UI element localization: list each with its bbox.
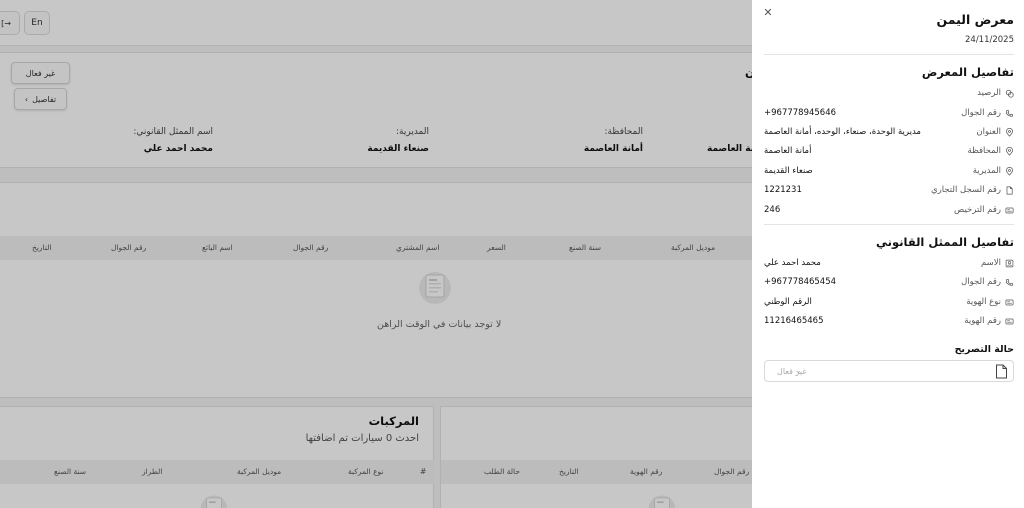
detail-value: 11216465465: [764, 316, 824, 326]
detail-row-balance: الرصيد: [764, 88, 1014, 102]
detail-row-rep-phone: رقم الجوال +967778465454: [764, 277, 1014, 291]
detail-label: رقم الهوية: [964, 316, 1001, 326]
detail-value: 1221231: [764, 185, 802, 195]
divider: [764, 54, 1014, 55]
detail-label: رقم الجوال: [961, 277, 1001, 287]
representative-section-title: تفاصيل الممثل القانوني: [876, 235, 1014, 249]
detail-value: +967778945646: [764, 108, 837, 118]
detail-label: نوع الهوية: [966, 297, 1001, 307]
detail-row-directorate: المديرية صنعاء القديمة: [764, 166, 1014, 180]
location-icon: [1005, 146, 1014, 156]
detail-value: 246: [764, 205, 781, 215]
id-card-icon: [1005, 299, 1014, 305]
drawer-title: معرض اليمن: [936, 12, 1014, 27]
id-card-icon: [1005, 207, 1014, 213]
detail-row-governorate: المحافظة أمانة العاصمة: [764, 146, 1014, 160]
detail-row-phone: رقم الجوال +967778945646: [764, 108, 1014, 122]
detail-value: مديرية الوحدة، صنعاء، الوحده، أمانة العا…: [764, 127, 921, 137]
detail-label: المحافظة: [967, 146, 1001, 156]
permit-status-select[interactable]: ⌄ غير فعال: [764, 360, 1014, 382]
detail-label: الرصيد: [977, 88, 1001, 98]
location-icon: [1005, 127, 1014, 137]
phone-icon: [1005, 109, 1014, 117]
permit-status-label: حالة التصريح: [954, 344, 1014, 355]
user-icon: [1005, 259, 1014, 267]
detail-value: +967778465454: [764, 277, 837, 287]
detail-row-address: العنوان مديرية الوحدة، صنعاء، الوحده، أم…: [764, 127, 1014, 141]
location-icon: [1005, 166, 1014, 176]
modal-overlay[interactable]: [0, 0, 752, 508]
detail-label: رقم الجوال: [961, 108, 1001, 118]
detail-value: صنعاء القديمة: [764, 166, 813, 176]
phone-icon: [1005, 278, 1014, 286]
detail-label: رقم الترخيص: [954, 205, 1001, 215]
permit-status-placeholder: غير فعال: [777, 367, 807, 376]
detail-label: المديرية: [972, 166, 1001, 176]
coins-icon: [1005, 89, 1014, 98]
detail-row-id-type: نوع الهوية الرقم الوطني: [764, 297, 1014, 311]
detail-value: الرقم الوطني: [764, 297, 812, 307]
document-icon: [1006, 186, 1013, 194]
detail-row-id-number: رقم الهوية 11216465465: [764, 316, 1014, 330]
divider: [764, 224, 1014, 225]
detail-value: محمد احمد علي: [764, 258, 821, 268]
file-icon: [996, 364, 1007, 379]
id-card-icon: [1005, 318, 1014, 324]
detail-label: رقم السجل التجاري: [930, 185, 1001, 195]
drawer-date: 24/11/2025: [965, 35, 1014, 45]
showroom-section-title: تفاصيل المعرض: [921, 65, 1014, 79]
close-icon[interactable]: ✕: [761, 6, 775, 20]
detail-row-commercial-register: رقم السجل التجاري 1221231: [764, 185, 1014, 199]
detail-value: أمانة العاصمة: [764, 146, 812, 156]
detail-row-rep-name: الاسم محمد احمد علي: [764, 258, 1014, 272]
showroom-details-drawer: ✕ معرض اليمن 24/11/2025 تفاصيل المعرض ال…: [752, 0, 1024, 508]
detail-label: الاسم: [981, 258, 1001, 268]
detail-label: العنوان: [976, 127, 1001, 137]
detail-row-license: رقم الترخيص 246: [764, 205, 1014, 219]
